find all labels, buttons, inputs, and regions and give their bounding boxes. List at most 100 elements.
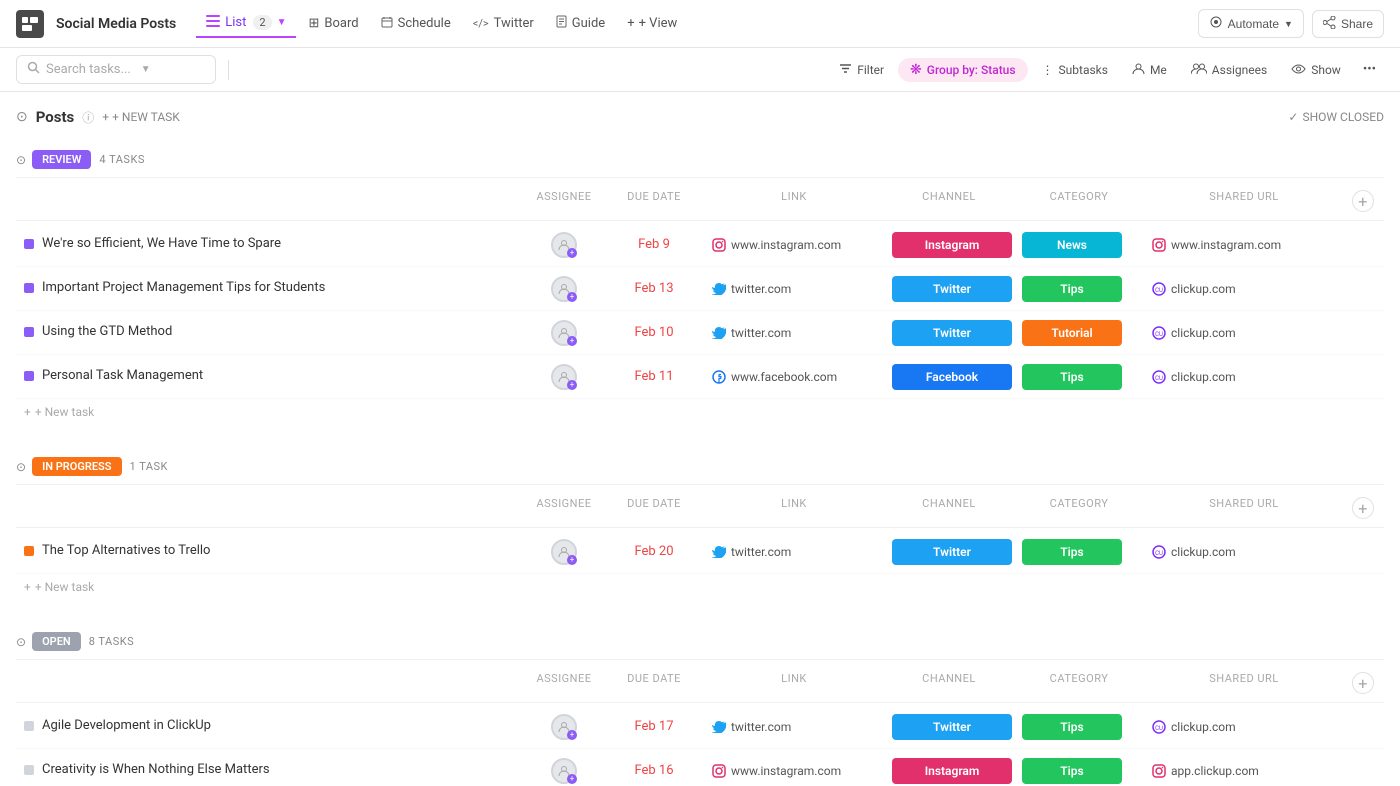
task-row: Using the GTD Method + Feb 10 twitter.co…	[16, 311, 1384, 355]
plus-new-task-icon: +	[102, 110, 109, 124]
shared-url-cell[interactable]: app.clickup.com	[1144, 760, 1344, 782]
group-count-open: 8 TASKS	[89, 635, 134, 648]
col-sharedurl-header: SHARED URL	[1144, 493, 1344, 523]
channel-badge: Twitter	[892, 714, 1012, 740]
tab-board[interactable]: ⊞ Board	[298, 10, 368, 37]
new-task-button[interactable]: + + NEW TASK	[102, 110, 180, 124]
automate-button[interactable]: Automate ▼	[1198, 9, 1304, 38]
col-headers-open: ASSIGNEE DUE DATE LINK CHANNEL CATEGORY …	[16, 664, 1384, 703]
avatar[interactable]: +	[551, 364, 577, 390]
nav-tabs: List 2 ▼ ⊞ Board Schedule </> Twitter	[196, 9, 615, 38]
assignee-cell: +	[524, 360, 604, 394]
shared-url-cell[interactable]: www.instagram.com	[1144, 234, 1344, 256]
assignees-button[interactable]: Assignees	[1181, 58, 1277, 82]
due-date-cell: Feb 20	[604, 540, 704, 563]
search-box[interactable]: Search tasks... ▼	[16, 55, 216, 84]
add-new-task-row[interactable]: ++ New task	[16, 574, 1384, 600]
shared-url-cell[interactable]: CU clickup.com	[1144, 541, 1344, 563]
avatar-plus-icon[interactable]: +	[567, 730, 577, 740]
link-text: www.facebook.com	[731, 370, 837, 384]
due-date-cell: Feb 16	[604, 759, 704, 782]
avatar[interactable]: +	[551, 320, 577, 346]
tab-list[interactable]: List 2 ▼	[196, 9, 296, 38]
avatar-plus-icon[interactable]: +	[567, 380, 577, 390]
search-input[interactable]: Search tasks...	[46, 62, 131, 77]
task-name[interactable]: Creativity is When Nothing Else Matters	[42, 762, 270, 779]
show-button[interactable]: Show	[1281, 59, 1351, 81]
filter-button[interactable]: Filter	[829, 59, 894, 81]
me-button[interactable]: Me	[1122, 58, 1177, 82]
show-closed-button[interactable]: ✓ SHOW CLOSED	[1288, 110, 1384, 124]
shared-url-cell[interactable]: CU clickup.com	[1144, 278, 1344, 300]
link-cell[interactable]: twitter.com	[704, 278, 884, 300]
task-name[interactable]: We're so Efficient, We Have Time to Spar…	[42, 236, 281, 253]
task-name[interactable]: The Top Alternatives to Trello	[42, 543, 210, 560]
col-duedate-header: DUE DATE	[604, 668, 704, 698]
avatar-plus-icon[interactable]: +	[567, 774, 577, 784]
col-link-header: LINK	[704, 668, 884, 698]
section-info-icon[interactable]: ⓘ	[82, 109, 94, 126]
col-add-header: +	[1344, 186, 1384, 216]
add-column-button[interactable]: +	[1352, 497, 1374, 519]
more-options-button[interactable]: •••	[1355, 58, 1384, 81]
shared-url-cell[interactable]: CU clickup.com	[1144, 716, 1344, 738]
shared-url-cell[interactable]: CU clickup.com	[1144, 366, 1344, 388]
link-cell[interactable]: www.instagram.com	[704, 760, 884, 782]
channel-cell: Instagram	[884, 230, 1014, 260]
list-dropdown-icon[interactable]: ▼	[277, 17, 287, 28]
share-icon	[1323, 16, 1336, 32]
tab-guide-label: Guide	[572, 16, 605, 31]
share-button[interactable]: Share	[1312, 10, 1384, 38]
new-task-row-label: + New task	[35, 405, 94, 419]
link-cell[interactable]: twitter.com	[704, 541, 884, 563]
avatar[interactable]: +	[551, 539, 577, 565]
group-collapse-review[interactable]: ⊙	[16, 153, 26, 167]
link-cell[interactable]: www.instagram.com	[704, 234, 884, 256]
group-by-button[interactable]: ❋ Group by: Status	[898, 58, 1028, 82]
group-collapse-open[interactable]: ⊙	[16, 635, 26, 649]
group-header-review: ⊙ REVIEW 4 TASKS	[16, 142, 1384, 178]
avatar[interactable]: +	[551, 758, 577, 784]
col-sharedurl-header: SHARED URL	[1144, 668, 1344, 698]
section-header: ⊙ Posts ⓘ + + NEW TASK ✓ SHOW CLOSED	[16, 108, 1384, 126]
task-color-dot	[24, 327, 34, 337]
avatar-plus-icon[interactable]: +	[567, 248, 577, 258]
avatar-plus-icon[interactable]: +	[567, 292, 577, 302]
tab-schedule[interactable]: Schedule	[371, 10, 461, 38]
add-column-button[interactable]: +	[1352, 672, 1374, 694]
avatar-plus-icon[interactable]: +	[567, 336, 577, 346]
link-cell[interactable]: www.facebook.com	[704, 366, 884, 388]
group-collapse-in-progress[interactable]: ⊙	[16, 460, 26, 474]
task-name[interactable]: Agile Development in ClickUp	[42, 718, 211, 735]
guide-icon	[556, 15, 567, 32]
add-column-button[interactable]: +	[1352, 190, 1374, 212]
col-headers-review: ASSIGNEE DUE DATE LINK CHANNEL CATEGORY …	[16, 182, 1384, 221]
assignees-icon	[1191, 62, 1207, 78]
link-cell[interactable]: twitter.com	[704, 322, 884, 344]
section-collapse-button[interactable]: ⊙	[16, 109, 28, 125]
avatar[interactable]: +	[551, 276, 577, 302]
avatar[interactable]: +	[551, 714, 577, 740]
tab-guide[interactable]: Guide	[546, 9, 615, 38]
main-content: ⊙ Posts ⓘ + + NEW TASK ✓ SHOW CLOSED ⊙ R…	[0, 92, 1400, 786]
svg-text:CU: CU	[1155, 375, 1163, 382]
add-new-task-row[interactable]: ++ New task	[16, 399, 1384, 425]
avatar-plus-icon[interactable]: +	[567, 555, 577, 565]
group-count-in-progress: 1 TASK	[130, 460, 168, 473]
shared-url-cell[interactable]: CU clickup.com	[1144, 322, 1344, 344]
add-view-button[interactable]: + + View	[619, 11, 685, 36]
task-name[interactable]: Personal Task Management	[42, 368, 203, 385]
task-name[interactable]: Important Project Management Tips for St…	[42, 280, 325, 297]
tab-twitter[interactable]: </> Twitter	[463, 10, 544, 37]
task-name[interactable]: Using the GTD Method	[42, 324, 172, 341]
link-cell[interactable]: twitter.com	[704, 716, 884, 738]
subtasks-label: Subtasks	[1059, 63, 1108, 77]
check-icon: ✓	[1288, 110, 1298, 124]
assignee-cell: +	[524, 754, 604, 786]
col-sharedurl-header: SHARED URL	[1144, 186, 1344, 216]
category-badge: Tips	[1022, 758, 1122, 784]
task-color-dot	[24, 765, 34, 775]
avatar[interactable]: +	[551, 232, 577, 258]
subtasks-button[interactable]: ⋮ Subtasks	[1032, 59, 1118, 81]
list-badge: 2	[253, 15, 271, 30]
